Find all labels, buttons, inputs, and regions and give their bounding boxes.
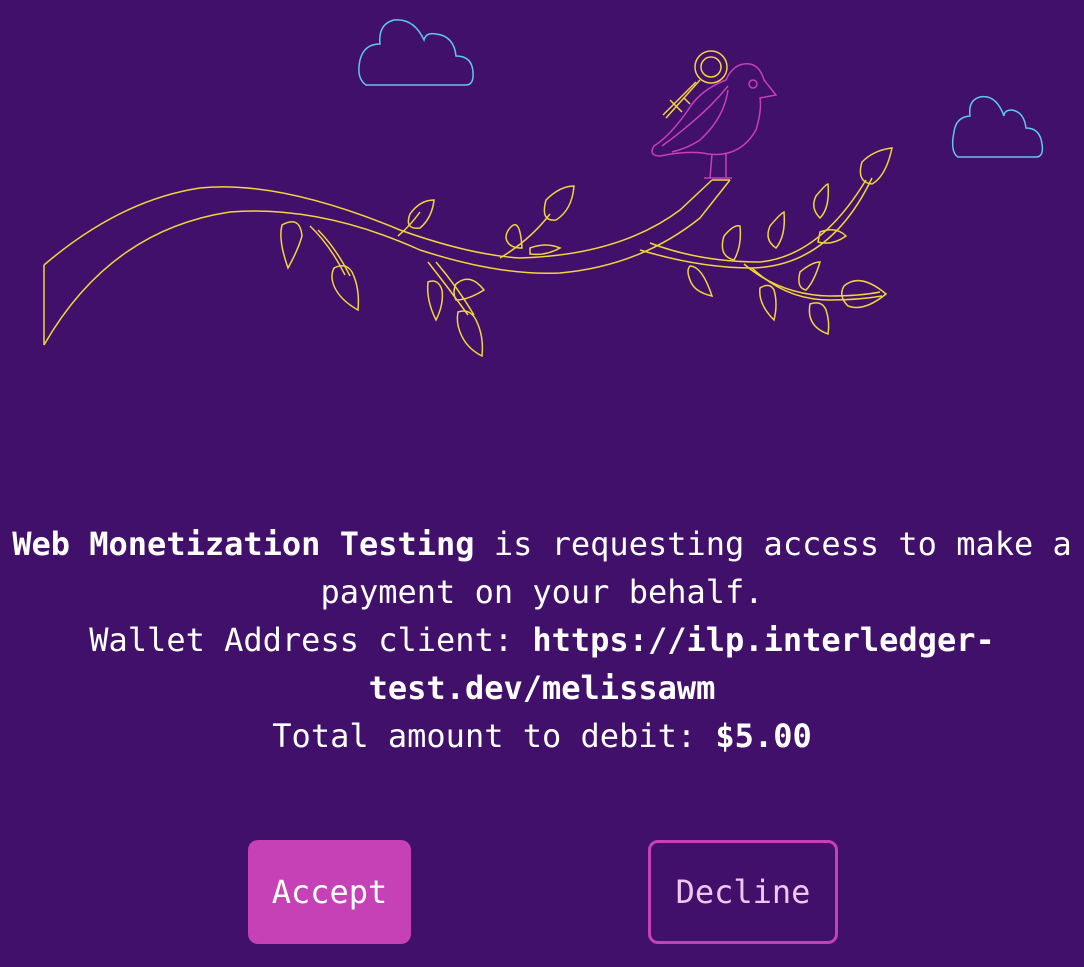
app-name: Web Monetization Testing (12, 525, 475, 563)
branch-icon (43, 147, 893, 358)
cloud-icon (951, 95, 1044, 158)
wallet-label: Wallet Address client: (89, 621, 533, 659)
amount-line: Total amount to debit: $5.00 (0, 712, 1084, 760)
decline-button[interactable]: Decline (648, 840, 838, 944)
amount-value: $5.00 (715, 717, 812, 755)
cloud-icon (358, 19, 474, 86)
wallet-address-part2: test.dev/melissawm (368, 669, 716, 707)
bird-icon (651, 63, 778, 179)
consent-actions: Accept Decline (0, 840, 1084, 944)
amount-label: Total amount to debit: (272, 717, 716, 755)
consent-message: Web Monetization Testing is requesting a… (0, 520, 1084, 760)
header-illustration (43, 19, 1044, 358)
wallet-address-part1: https://ilp.interledger- (532, 621, 995, 659)
accept-button[interactable]: Accept (248, 840, 411, 944)
request-line: Web Monetization Testing is requesting a… (0, 520, 1084, 616)
wallet-line: Wallet Address client: https://ilp.inter… (0, 616, 1084, 712)
consent-page: Web Monetization Testing is requesting a… (0, 0, 1084, 967)
